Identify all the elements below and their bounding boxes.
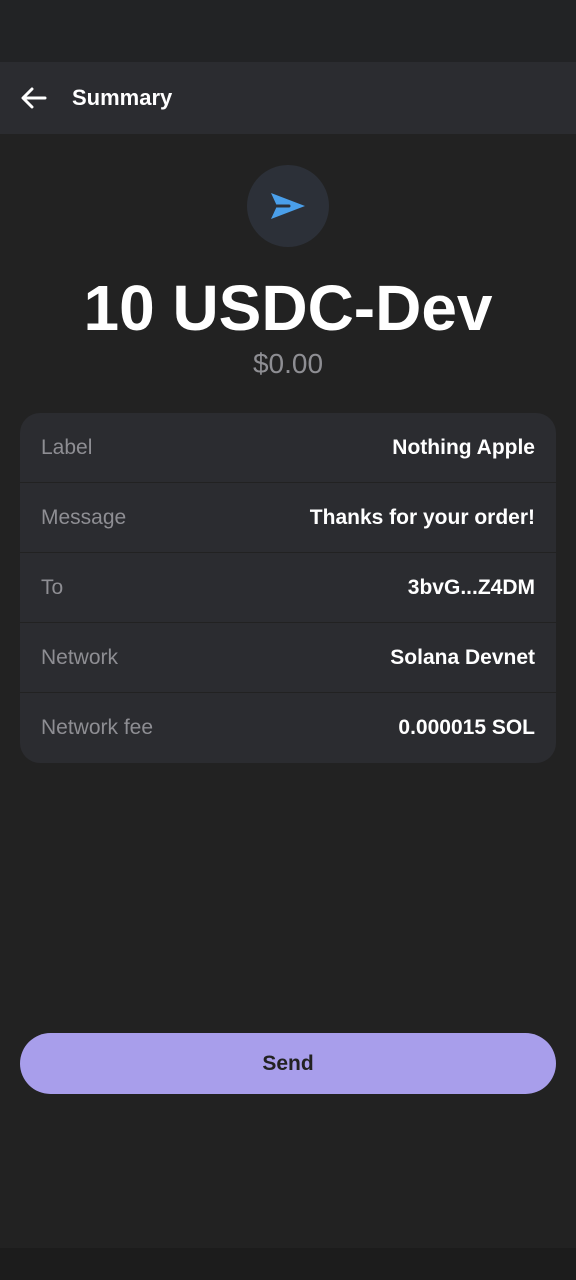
app-header: Summary — [0, 62, 576, 134]
system-nav-bar — [0, 1248, 576, 1280]
detail-label: Network — [41, 645, 119, 669]
detail-row-network-fee: Network fee 0.000015 SOL — [20, 693, 556, 763]
fiat-value: $0.00 — [252, 348, 324, 379]
detail-value: 3bvG...Z4DM — [407, 575, 535, 599]
detail-value: Nothing Apple — [392, 435, 535, 459]
status-bar — [0, 0, 576, 62]
detail-row-message: Message Thanks for your order! — [20, 483, 556, 553]
send-icon-badge — [247, 165, 329, 247]
page-title: Summary — [72, 85, 173, 110]
detail-label: Message — [41, 505, 127, 529]
detail-label: To — [41, 575, 64, 599]
send-amount: 10 USDC-Dev — [83, 272, 493, 344]
detail-label: Network fee — [41, 716, 154, 739]
back-button[interactable] — [14, 76, 54, 120]
detail-row-network: Network Solana Devnet — [20, 623, 556, 693]
send-button[interactable]: Send — [20, 1033, 556, 1094]
detail-value: Thanks for your order! — [309, 505, 535, 529]
detail-label: Label — [41, 435, 93, 459]
transaction-details-card: Label Nothing Apple Message Thanks for y… — [20, 413, 556, 763]
arrow-left-icon — [21, 87, 47, 109]
detail-value: 0.000015 SOL — [398, 716, 535, 739]
paper-plane-icon — [271, 193, 305, 219]
detail-value: Solana Devnet — [390, 645, 535, 669]
detail-row-to: To 3bvG...Z4DM — [20, 553, 556, 623]
detail-row-label: Label Nothing Apple — [20, 413, 556, 483]
